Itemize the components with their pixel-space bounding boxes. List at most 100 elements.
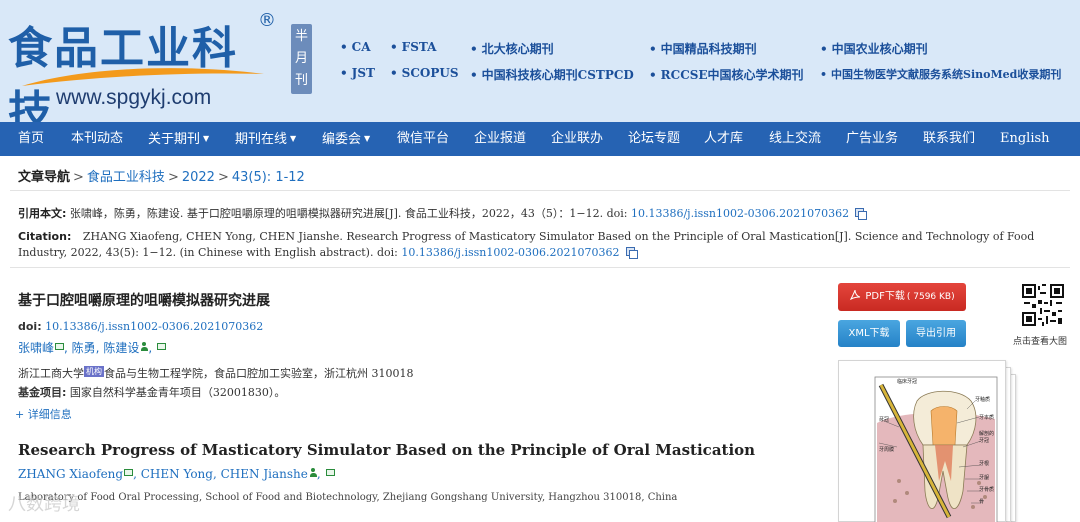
breadcrumb-label: 文章导航 (18, 170, 71, 185)
nav-talent[interactable]: 人才库 (704, 122, 743, 156)
email-icon[interactable] (55, 343, 65, 350)
figure-card-front: 临床牙冠 牙冠 牙周膜 牙釉质 牙本质 解剖的 牙冠 牙根 牙龈 牙骨质 骨 (838, 360, 1006, 522)
nav-news[interactable]: 本刊动态 (71, 122, 123, 156)
citation-en: Citation: ZHANG Xiaofeng, CHEN Yong, CHE… (18, 229, 1064, 261)
qr-code-icon[interactable] (1022, 284, 1064, 326)
nav-editorial-board[interactable]: 编委会 ▼ (322, 122, 370, 156)
figure-label: 牙冠 (879, 417, 889, 423)
index-item: • 中国生物医学文献服务系统SinoMed收录期刊 (820, 68, 1062, 81)
export-citation-button[interactable]: 导出引用 (906, 320, 966, 347)
figure-label: 临床牙冠 (897, 378, 917, 385)
nav-enterprise-report[interactable]: 企业报道 (474, 122, 526, 156)
email-icon[interactable] (124, 469, 134, 476)
frequency-badge: 半 月 刊 (291, 24, 312, 94)
index-item: • 北大核心期刊 (470, 42, 554, 56)
main-nav: 首页 本刊动态 关于期刊 ▼ 期刊在线 ▼ 编委会 ▼ 微信平台 企业报道 企业联办 … (0, 122, 1080, 156)
authors-cn: 张啸峰, 陈勇, 陈建设, (18, 339, 166, 356)
figure-label: 解剖的 (979, 430, 994, 437)
qr-caption: 点击查看大图 (1013, 337, 1068, 347)
affiliation-cn: 浙江工商大学 机构 食品与生物工程学院，食品口腔加工实验室，浙江杭州 310018 (18, 365, 414, 381)
breadcrumb-issue[interactable]: 43(5): 1-12 (232, 170, 305, 185)
index-item: • RCCSE中国核心学术期刊 (649, 68, 804, 82)
divider (10, 190, 1070, 191)
nav-home[interactable]: 首页 (18, 122, 44, 156)
frequency-char: 月 (294, 51, 308, 66)
institution-badge[interactable]: 机构 (84, 366, 104, 377)
frequency-char: 刊 (294, 73, 308, 88)
figure-label: 牙根 (979, 460, 989, 467)
authors-en: ZHANG Xiaofeng, CHEN Yong, CHEN Jianshe, (18, 467, 335, 481)
citation-en-doi[interactable]: 10.13386/j.issn1002-0306.2021070362 (401, 246, 619, 259)
xml-download-button[interactable]: XML下载 (838, 320, 900, 347)
corresponding-author-icon (141, 342, 149, 351)
fund-info: 基金项目: 国家自然科学基金青年项目（32001830）。 (18, 384, 285, 400)
author-link[interactable]: 陈建设 (103, 341, 139, 355)
author-link[interactable]: CHEN Yong (141, 467, 213, 481)
index-item: • 中国农业核心期刊 (820, 42, 928, 56)
copy-icon[interactable] (625, 247, 638, 259)
fund-label: 基金项目: (18, 386, 67, 399)
doi-link[interactable]: 10.13386/j.issn1002-0306.2021070362 (45, 320, 263, 333)
details-toggle[interactable]: + 详细信息 (15, 406, 72, 422)
figure-label: 牙周膜 (879, 446, 894, 453)
figure-label: 牙龈 (979, 474, 989, 481)
article-doi: doi: 10.13386/j.issn1002-0306.2021070362 (18, 320, 263, 333)
citation-cn-label: 引用本文: (18, 207, 67, 220)
journal-logo[interactable]: 食品工业科技 ® www.spgykj.com (8, 8, 278, 138)
figure-thumbnail[interactable]: 临床牙冠 牙冠 牙周膜 牙釉质 牙本质 解剖的 牙冠 牙根 牙龈 牙骨质 骨 (838, 360, 1018, 522)
figure-label: 牙本质 (979, 414, 994, 421)
nav-english[interactable]: English (1000, 122, 1050, 156)
frequency-char: 半 (294, 29, 308, 44)
author-link[interactable]: CHEN Jianshe (221, 467, 308, 481)
fund-text: 国家自然科学基金青年项目（32001830）。 (69, 386, 286, 399)
citation-cn-text: 张啸峰，陈勇，陈建设. 基于口腔咀嚼原理的咀嚼模拟器研究进展[J]. 食品工业科… (69, 207, 631, 220)
divider (10, 267, 1070, 268)
figure-label: 牙骨质 (979, 486, 994, 493)
nav-about[interactable]: 关于期刊 ▼ (148, 122, 209, 156)
nav-wechat[interactable]: 微信平台 (397, 122, 449, 156)
pdf-label: PDF下载 (865, 291, 905, 302)
registered-mark: ® (258, 10, 276, 31)
tooth-anatomy-figure: 临床牙冠 牙冠 牙周膜 牙釉质 牙本质 解剖的 牙冠 牙根 牙龈 牙骨质 骨 (874, 376, 998, 522)
nav-forum[interactable]: 论坛专题 (628, 122, 680, 156)
logo-url: www.spgykj.com (56, 86, 212, 109)
watermark: 八数跨境 (8, 490, 80, 516)
pdf-download-button[interactable]: PDF下载( 7596 KB) (838, 283, 966, 311)
author-link[interactable]: 陈勇 (72, 341, 96, 355)
nav-enterprise-co[interactable]: 企业联办 (551, 122, 603, 156)
citation-cn-doi[interactable]: 10.13386/j.issn1002-0306.2021070362 (631, 207, 849, 220)
chevron-down-icon: ▼ (203, 134, 210, 143)
author-link[interactable]: ZHANG Xiaofeng (18, 467, 123, 481)
chevron-down-icon: ▼ (364, 134, 371, 143)
nav-advertising[interactable]: 广告业务 (846, 122, 898, 156)
watermark-text: 八数跨境 (8, 494, 80, 515)
article-title-en: Research Progress of Masticatory Simulat… (18, 441, 756, 459)
breadcrumb-year[interactable]: 2022 (182, 170, 215, 185)
nav-online-exchange[interactable]: 线上交流 (769, 122, 821, 156)
article-title-cn: 基于口腔咀嚼原理的咀嚼模拟器研究进展 (18, 293, 270, 309)
index-item: • SCOPUS (390, 66, 459, 80)
author-link[interactable]: 张啸峰 (18, 341, 54, 355)
email-icon[interactable] (325, 469, 335, 476)
breadcrumb-journal[interactable]: 食品工业科技 (87, 170, 165, 185)
breadcrumb: 文章导航 > 食品工业科技 >2022 >43(5): 1-12 (18, 170, 305, 185)
chevron-down-icon: ▼ (290, 134, 297, 143)
index-item: • JST (340, 66, 375, 80)
nav-online[interactable]: 期刊在线 ▼ (235, 122, 296, 156)
email-icon[interactable] (156, 343, 166, 350)
figure-label: 牙釉质 (975, 396, 990, 403)
pdf-size: ( 7596 KB) (906, 292, 955, 302)
nav-contact[interactable]: 联系我们 (923, 122, 975, 156)
corresponding-author-icon (309, 468, 317, 477)
affiliation-en: Laboratory of Food Oral Processing, Scho… (18, 492, 678, 503)
index-item: • FSTA (390, 40, 437, 54)
citation-cn: 引用本文: 张啸峰，陈勇，陈建设. 基于口腔咀嚼原理的咀嚼模拟器研究进展[J].… (18, 206, 1068, 222)
pdf-icon (850, 289, 861, 301)
affiliation-rest: 食品与生物工程学院，食品口腔加工实验室，浙江杭州 310018 (104, 367, 414, 380)
site-header: 食品工业科技 ® www.spgykj.com 半 月 刊 • CA • FSTA … (0, 0, 1080, 138)
figure-label: 牙冠 (979, 438, 989, 444)
affiliation-university[interactable]: 浙江工商大学 (18, 367, 84, 380)
doi-label: doi: (18, 320, 42, 333)
copy-icon[interactable] (855, 208, 868, 220)
citation-en-label: Citation: (18, 230, 72, 243)
